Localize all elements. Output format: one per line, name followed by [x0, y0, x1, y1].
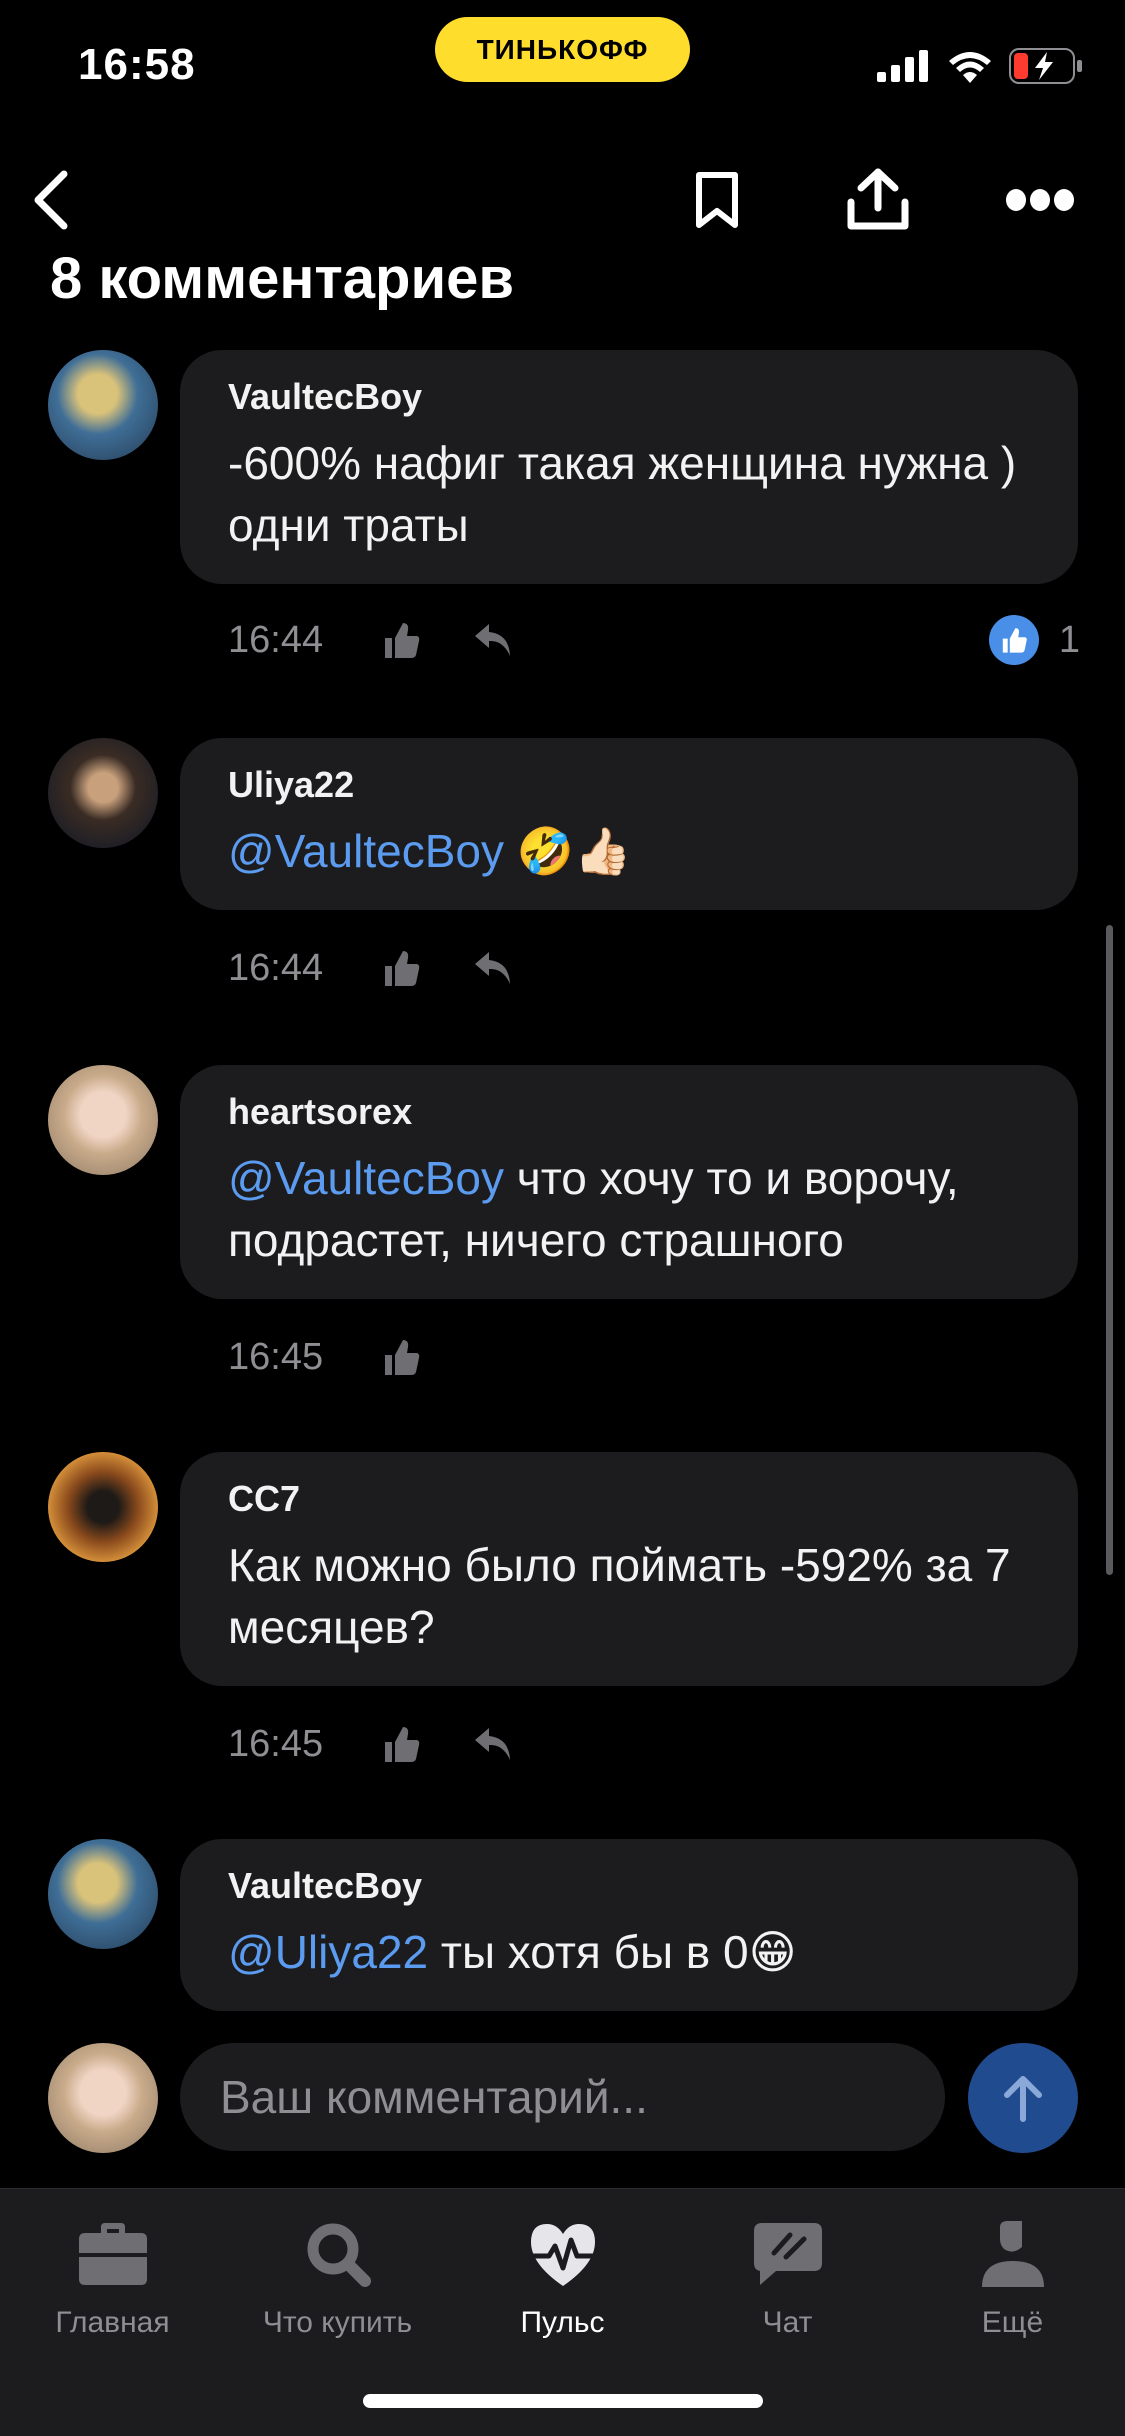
comment-body: Как можно было поймать -592% за 7 месяце…	[228, 1539, 1011, 1653]
chevron-left-icon	[34, 170, 68, 230]
tab-more[interactable]: Ещё	[900, 2214, 1125, 2340]
mention-link[interactable]: @VaultecBoy	[228, 1152, 504, 1204]
more-button[interactable]	[1000, 160, 1080, 240]
signal-icon	[877, 50, 928, 82]
tab-label: Главная	[55, 2306, 170, 2339]
tab-label: Ещё	[981, 2306, 1044, 2339]
reply-button[interactable]	[470, 617, 516, 663]
comment-body: -600% нафиг такая женщина нужна ) одни т…	[228, 437, 1017, 551]
wifi-icon	[949, 52, 991, 83]
comment-body: 🤣👍🏻	[503, 825, 632, 877]
bookmark-icon	[696, 172, 738, 228]
comment-author[interactable]: heartsorex	[228, 1091, 1030, 1133]
comment-input[interactable]	[180, 2043, 945, 2151]
reply-icon	[475, 624, 510, 656]
comment-author[interactable]: VaultecBoy	[228, 1865, 1030, 1907]
comment-meta: 16:44	[228, 943, 562, 993]
chat-icon	[748, 2214, 828, 2294]
home-indicator	[363, 2394, 763, 2408]
avatar[interactable]	[48, 738, 158, 848]
comment-bubble: VaultecBoy -600% нафиг такая женщина нуж…	[180, 350, 1078, 584]
comment-body: ты хотя бы в 0😁	[428, 1926, 797, 1978]
comment-text: @VaultecBoy что хочу то и ворочу, подрас…	[228, 1147, 1030, 1271]
briefcase-icon	[73, 2214, 153, 2294]
status-bar: 16:58 ТИНЬКОФФ	[0, 0, 1125, 140]
comment-bubble: VaultecBoy @Uliya22 ты хотя бы в 0😁	[180, 1839, 1078, 2011]
more-icon	[1006, 189, 1074, 211]
nav-bar	[0, 150, 1125, 245]
tab-chat[interactable]: Чат	[675, 2214, 900, 2340]
arrow-up-icon	[1004, 2076, 1042, 2122]
comment-time: 16:44	[228, 946, 324, 989]
share-button[interactable]	[838, 160, 918, 240]
thumbs-up-icon	[385, 623, 420, 658]
reply-button[interactable]	[470, 1721, 516, 1767]
comment-meta: 16:44	[228, 615, 562, 665]
like-badge-icon	[988, 615, 1039, 665]
scrollbar[interactable]	[1106, 925, 1113, 1575]
comment-text: -600% нафиг такая женщина нужна ) одни т…	[228, 432, 1030, 556]
comment-bubble: CC7 Как можно было поймать -592% за 7 ме…	[180, 1452, 1078, 1686]
thumbs-up-icon	[385, 1727, 420, 1762]
comment-bubble: Uliya22 @VaultecBoy 🤣👍🏻	[180, 738, 1078, 910]
tab-pulse[interactable]: Пульс	[450, 2214, 675, 2340]
back-button[interactable]	[10, 160, 90, 240]
comment-time: 16:45	[228, 1722, 324, 1765]
mention-link[interactable]: @VaultecBoy	[228, 825, 504, 877]
pulse-icon	[523, 2214, 603, 2294]
like-button[interactable]	[378, 945, 424, 991]
likes-counter[interactable]: 1	[988, 615, 1080, 665]
thumbs-up-icon	[385, 1340, 420, 1375]
like-button[interactable]	[378, 617, 424, 663]
likes-count: 1	[1058, 618, 1080, 661]
status-time: 16:58	[78, 40, 196, 89]
mention-link[interactable]: @Uliya22	[228, 1926, 428, 1978]
tab-home[interactable]: Главная	[0, 2214, 225, 2340]
reply-icon	[475, 1728, 510, 1760]
tab-label: Что купить	[262, 2306, 413, 2339]
reply-icon	[475, 952, 510, 984]
battery-icon	[1009, 48, 1082, 84]
comment-text: Как можно было поймать -592% за 7 месяце…	[228, 1534, 1030, 1658]
like-button[interactable]	[378, 1334, 424, 1380]
avatar[interactable]	[48, 350, 158, 460]
search-icon	[298, 2214, 378, 2294]
comment-meta: 16:45	[228, 1332, 470, 1382]
like-button[interactable]	[378, 1721, 424, 1767]
comment-text: @Uliya22 ты хотя бы в 0😁	[228, 1921, 1030, 1983]
comment-meta: 16:45	[228, 1719, 562, 1769]
tab-label: Чат	[762, 2306, 813, 2339]
tab-label: Пульс	[520, 2306, 605, 2339]
bookmark-button[interactable]	[677, 160, 757, 240]
status-icons	[877, 48, 1083, 84]
comment-time: 16:45	[228, 1335, 324, 1378]
comment-author[interactable]: CC7	[228, 1478, 1030, 1520]
avatar[interactable]	[48, 1452, 158, 1562]
tab-what-to-buy[interactable]: Что купить	[225, 2214, 450, 2340]
share-icon	[847, 168, 909, 230]
send-button[interactable]	[968, 2043, 1078, 2153]
brand-pill: ТИНЬКОФФ	[435, 17, 690, 82]
comment-bubble: heartsorex @VaultecBoy что хочу то и вор…	[180, 1065, 1078, 1299]
comment-time: 16:44	[228, 618, 324, 661]
page-title: 8 комментариев	[50, 246, 515, 311]
profile-icon	[973, 2214, 1053, 2294]
comment-author[interactable]: VaultecBoy	[228, 376, 1030, 418]
reply-button[interactable]	[470, 945, 516, 991]
comment-text: @VaultecBoy 🤣👍🏻	[228, 820, 1030, 882]
thumbs-up-icon	[385, 951, 420, 986]
avatar[interactable]	[48, 1065, 158, 1175]
comment-author[interactable]: Uliya22	[228, 764, 1030, 806]
avatar[interactable]	[48, 1839, 158, 1949]
compose-avatar	[48, 2043, 158, 2153]
